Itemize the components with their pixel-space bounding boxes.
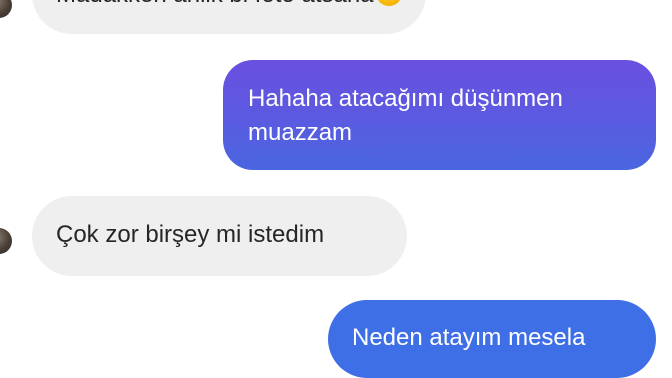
outgoing-message[interactable]: Neden atayım mesela: [328, 300, 656, 378]
incoming-message[interactable]: Madakken ahlik bi foto atsana: [32, 0, 426, 34]
message-text-line-1: Hahaha atacağımı düşünmen: [248, 85, 563, 112]
contact-avatar[interactable]: [0, 228, 12, 254]
outgoing-message[interactable]: Hahaha atacağımı düşünmen muazzam: [223, 60, 656, 170]
message-text-line-2: muazzam: [248, 119, 353, 146]
contact-avatar[interactable]: [0, 0, 12, 18]
incoming-message[interactable]: Çok zor birşey mi istedim: [32, 196, 407, 276]
message-text: Çok zor birşey mi istedim: [56, 221, 325, 248]
smiling-face-emoji-icon: [375, 0, 402, 6]
message-text: Neden atayım mesela: [352, 324, 586, 351]
message-text: Madakken ahlik bi foto atsana: [56, 0, 374, 8]
message-thread: Madakken ahlik bi foto atsana Hahaha ata…: [0, 0, 672, 378]
